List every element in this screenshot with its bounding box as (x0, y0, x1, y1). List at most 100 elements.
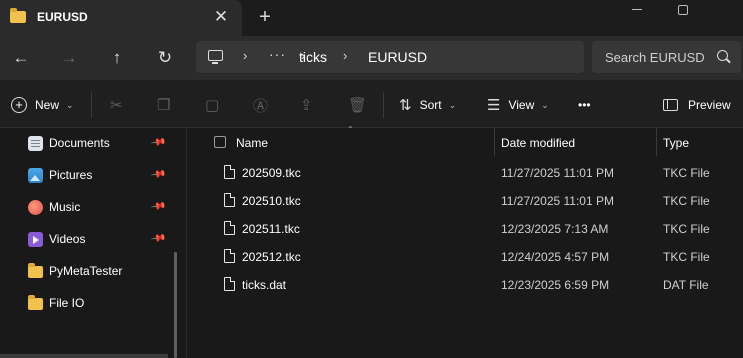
search-input[interactable]: Search EURUSD (605, 50, 711, 65)
file-type: DAT File (663, 278, 709, 292)
close-tab-button[interactable]: ✕ (213, 8, 229, 26)
breadcrumb-overflow-button[interactable]: ··· (269, 46, 286, 62)
preview-pane-icon (663, 99, 678, 111)
close-window-button[interactable] (705, 0, 743, 22)
file-type: TKC File (663, 194, 710, 208)
back-button[interactable]: ← (10, 47, 32, 69)
sidebar-item-file-io[interactable]: File IO (0, 288, 186, 320)
this-pc-icon[interactable] (208, 50, 223, 64)
file-name: ticks.dat (242, 278, 287, 292)
file-type: TKC File (663, 166, 710, 180)
breadcrumb-separator[interactable]: › (243, 48, 247, 63)
sidebar-item-label: Documents (49, 136, 110, 150)
maximize-button[interactable] (661, 0, 705, 22)
file-type: TKC File (663, 250, 710, 264)
toolbar-divider (91, 92, 92, 118)
tab-eurusd[interactable]: EURUSD ✕ (0, 0, 242, 36)
sidebar-item-pymetatester[interactable]: PyMetaTester (0, 256, 186, 288)
sidebar-item-label: Videos (49, 232, 86, 246)
file-name: 202509.tkc (242, 166, 301, 180)
delete-button[interactable]: 🗑 (348, 94, 375, 116)
view-button[interactable]: ☰ View ⌄ (487, 94, 549, 116)
file-name: 202511.tkc (242, 222, 300, 236)
chevron-down-icon: ⌄ (66, 99, 74, 110)
sort-icon: ⇅ (399, 97, 412, 114)
sort-label: Sort (419, 98, 442, 112)
breadcrumb-ticks[interactable]: ticks (299, 49, 327, 65)
sidebar-item-label: File IO (49, 296, 85, 310)
file-row[interactable]: 202511.tkc 12/23/2025 7:13 AM TKC File (187, 214, 743, 242)
paste-button[interactable]: ▢ (205, 94, 227, 116)
pin-icon[interactable]: 📌 (150, 198, 167, 214)
videos-icon (28, 232, 43, 247)
column-header-date-modified[interactable]: Date modified (501, 136, 575, 150)
sidebar-scrollbar[interactable] (174, 252, 177, 358)
pin-icon[interactable]: 📌 (150, 230, 167, 246)
sort-button[interactable]: ⇅ Sort ⌄ (399, 94, 456, 116)
new-button[interactable]: + New ⌄ (11, 94, 74, 116)
trash-icon: 🗑 (348, 97, 368, 114)
title-bar: EURUSD ✕ + (0, 0, 743, 36)
file-name: 202510.tkc (242, 194, 301, 208)
new-tab-button[interactable]: + (256, 6, 274, 28)
pin-icon[interactable]: 📌 (150, 166, 167, 182)
file-date: 12/24/2025 4:57 PM (501, 250, 610, 264)
toolbar-divider (383, 92, 384, 118)
column-header-type[interactable]: Type (663, 136, 689, 150)
folder-icon (28, 295, 43, 310)
preview-pane-button[interactable]: Preview (663, 94, 731, 116)
folder-icon (28, 263, 43, 278)
documents-icon (28, 136, 43, 151)
chevron-down-icon: ⌄ (541, 99, 549, 110)
search-icon[interactable] (717, 50, 728, 61)
search-box[interactable]: Search EURUSD (592, 41, 741, 73)
file-row[interactable]: 202512.tkc 12/24/2025 4:57 PM TKC File (187, 242, 743, 270)
more-options-button[interactable]: ••• (578, 94, 591, 116)
file-row[interactable]: 202509.tkc 11/27/2025 11:01 PM TKC File (187, 158, 743, 186)
column-divider[interactable] (494, 128, 495, 156)
pin-icon[interactable]: 📌 (150, 134, 167, 150)
column-divider[interactable] (656, 128, 657, 156)
view-label: View (508, 98, 535, 112)
address-bar[interactable]: › ··· › ticks › EURUSD (196, 41, 584, 73)
sidebar-item-pictures[interactable]: Pictures 📌 (0, 160, 186, 192)
sidebar-item-videos[interactable]: Videos 📌 (0, 224, 186, 256)
refresh-button[interactable]: ↻ (154, 47, 176, 69)
share-button[interactable]: ⇪ (300, 94, 321, 116)
sidebar-item-label: Music (49, 200, 81, 214)
minimize-icon (632, 9, 642, 11)
sidebar-item-documents[interactable]: Documents 📌 (0, 128, 186, 160)
copy-button[interactable]: ❐ (157, 94, 178, 116)
column-header-name[interactable]: Name (236, 136, 268, 150)
rename-button[interactable]: Ⓐ (253, 94, 276, 116)
breadcrumb-eurusd[interactable]: EURUSD (368, 49, 427, 65)
breadcrumb-separator[interactable]: › (343, 48, 347, 63)
file-icon (224, 165, 235, 179)
minimize-button[interactable] (615, 0, 659, 22)
file-date: 12/23/2025 6:59 PM (501, 278, 610, 292)
file-icon (224, 277, 235, 291)
file-row[interactable]: 202510.tkc 11/27/2025 11:01 PM TKC File (187, 186, 743, 214)
file-icon (224, 193, 235, 207)
more-icon: ••• (578, 98, 591, 112)
file-date: 12/23/2025 7:13 AM (501, 222, 609, 236)
file-icon (224, 249, 235, 263)
up-button[interactable]: ↑ (106, 47, 128, 69)
column-header-row: ⌃ Name Date modified Type (187, 125, 743, 156)
preview-label: Preview (688, 98, 731, 112)
chevron-down-icon: ⌄ (448, 99, 457, 110)
file-icon (224, 221, 235, 235)
sort-ascending-icon: ⌃ (347, 125, 354, 134)
forward-button[interactable]: → (58, 47, 80, 69)
file-date: 11/27/2025 11:01 PM (501, 194, 614, 208)
sidebar-item-music[interactable]: Music 📌 (0, 192, 186, 224)
sidebar-item-label: Pictures (49, 168, 93, 182)
file-name: 202512.tkc (242, 250, 301, 264)
file-type: TKC File (663, 222, 710, 236)
file-date: 11/27/2025 11:01 PM (501, 166, 614, 180)
sidebar-item-label: PyMetaTester (49, 264, 123, 278)
select-all-checkbox[interactable] (214, 136, 226, 148)
file-row[interactable]: ticks.dat 12/23/2025 6:59 PM DAT File (187, 270, 743, 298)
sidebar-horizontal-scrollbar[interactable] (0, 354, 168, 358)
cut-button[interactable]: ✂ (110, 94, 131, 116)
